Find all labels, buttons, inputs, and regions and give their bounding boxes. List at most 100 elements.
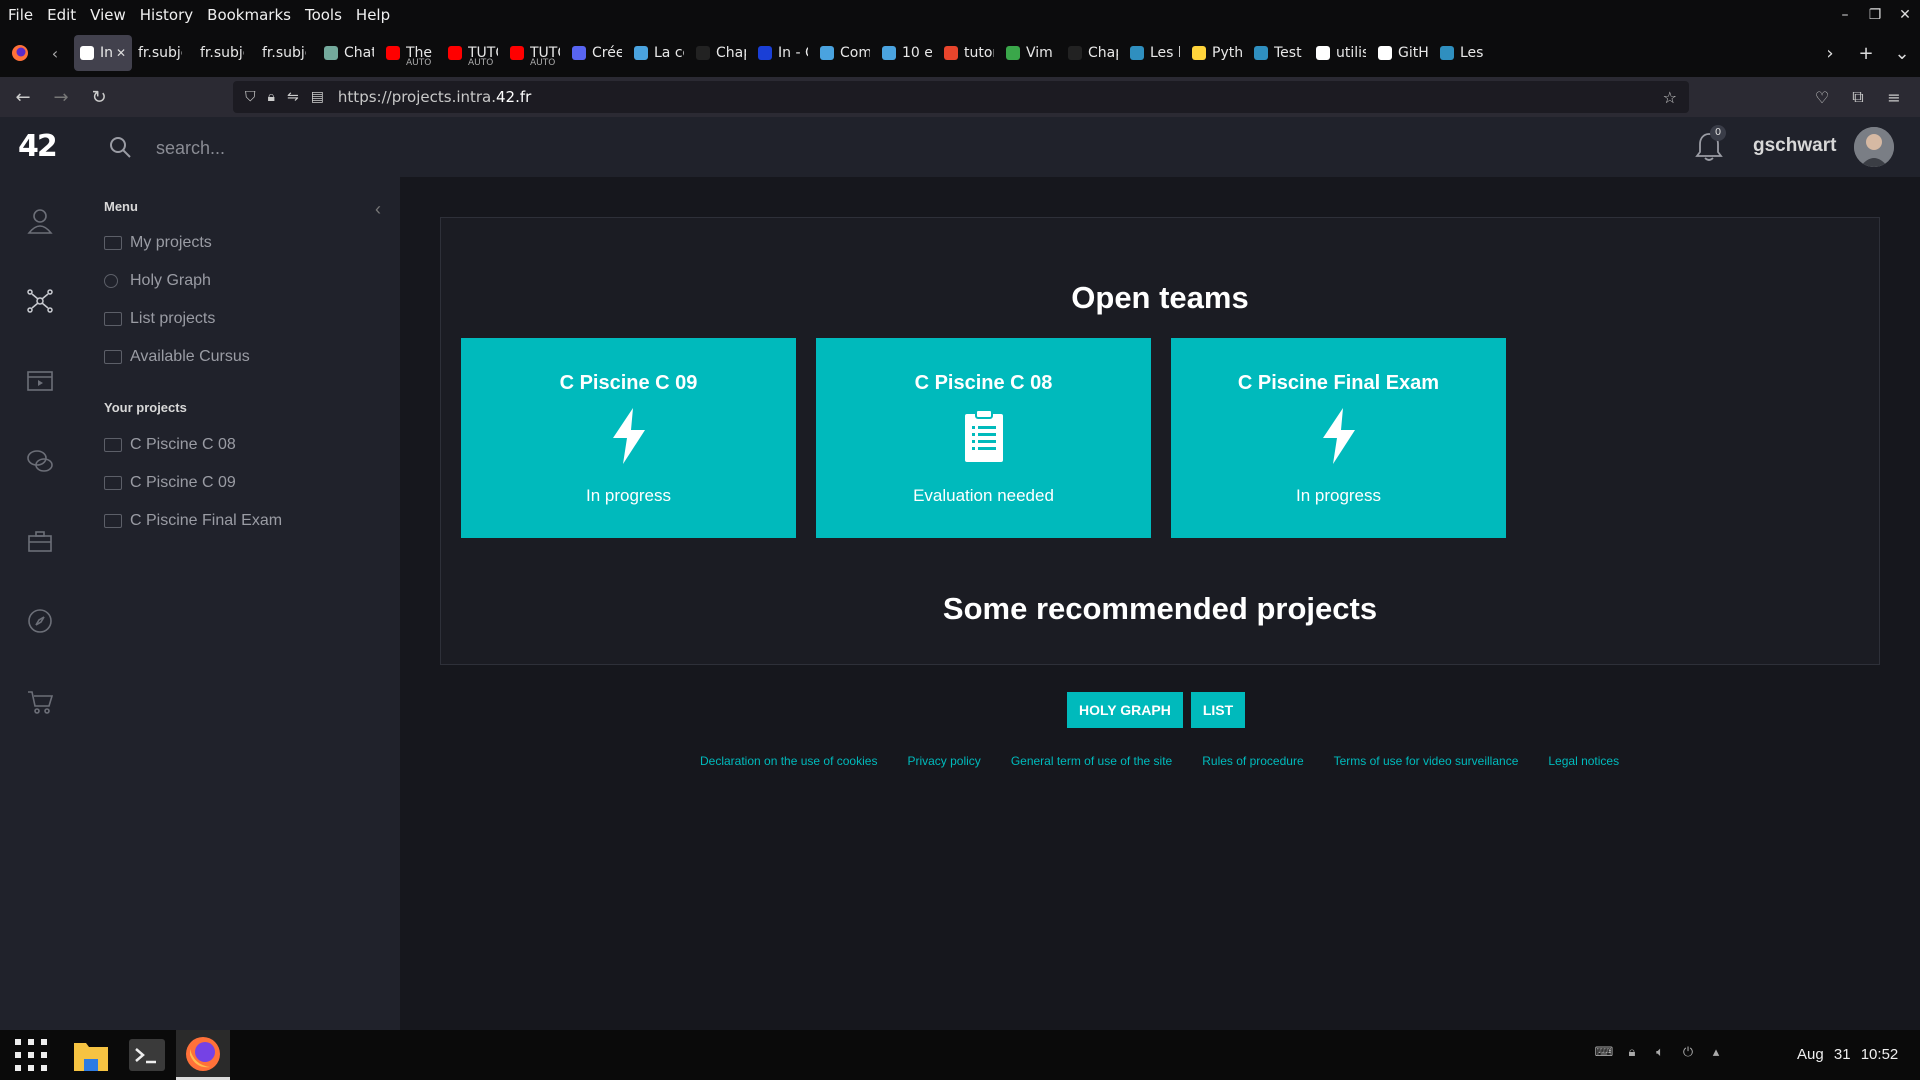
address-bar[interactable]: ⛉ 🔒︎ ⇋ ▤ https://projects.intra.42.fr ☆ xyxy=(233,81,1689,113)
browser-tab[interactable]: Chap xyxy=(1062,35,1124,71)
collapse-sidebar-icon[interactable]: ‹ xyxy=(375,199,381,220)
lock-icon[interactable]: 🔒︎ xyxy=(268,89,275,105)
back-icon[interactable]: ← xyxy=(8,87,38,108)
hamburger-menu-icon[interactable]: ≡ xyxy=(1876,88,1912,107)
browser-tab[interactable]: Chap xyxy=(690,35,752,71)
menu-bookmarks[interactable]: Bookmarks xyxy=(207,6,291,24)
sidebar-item-label: C Piscine C 08 xyxy=(130,436,236,453)
browser-tab[interactable]: Crée xyxy=(566,35,628,71)
extensions-icon[interactable]: ⧉ xyxy=(1840,87,1876,107)
sidebar-item-list-projects[interactable]: List projects xyxy=(104,310,215,328)
companies-icon[interactable] xyxy=(26,527,54,555)
browser-tab[interactable]: La co xyxy=(628,35,690,71)
sidebar-item-holy-graph[interactable]: Holy Graph xyxy=(104,272,211,290)
firefox-taskbar-icon[interactable] xyxy=(176,1030,230,1080)
browser-tab[interactable]: Test xyxy=(1248,35,1310,71)
profile-icon[interactable] xyxy=(26,207,54,235)
compass-icon[interactable] xyxy=(26,607,54,635)
sidebar-project-c08[interactable]: C Piscine C 08 xyxy=(104,436,236,454)
sidebar-project-c09[interactable]: C Piscine C 09 xyxy=(104,474,236,492)
tab-favicon-icon xyxy=(448,46,462,60)
tab-list-dropdown-icon[interactable]: ⌄ xyxy=(1884,43,1920,64)
browser-tab[interactable]: TUTOAUTO xyxy=(504,35,566,71)
footer-link-cookies[interactable]: Declaration on the use of cookies xyxy=(700,754,877,768)
browser-tab[interactable]: TUTOAUTO xyxy=(442,35,504,71)
browser-tab[interactable]: Chat xyxy=(318,35,380,71)
menu-help[interactable]: Help xyxy=(356,6,390,24)
pocket-icon[interactable]: ♡ xyxy=(1804,88,1840,107)
restore-icon[interactable]: ❐ xyxy=(1860,7,1890,23)
sidebar-item-my-projects[interactable]: My projects xyxy=(104,234,212,252)
menu-tools[interactable]: Tools xyxy=(305,6,342,24)
browser-tab[interactable]: fr.subje xyxy=(194,35,256,71)
menu-file[interactable]: File xyxy=(8,6,33,24)
search-icon[interactable] xyxy=(108,135,132,159)
power-icon[interactable]: ⏻ xyxy=(1674,1045,1702,1060)
app-grid-icon[interactable] xyxy=(4,1030,58,1080)
list-button[interactable]: LIST xyxy=(1190,692,1246,728)
browser-tab[interactable]: Com xyxy=(814,35,876,71)
holy-graph-icon[interactable] xyxy=(26,287,54,315)
forward-icon[interactable]: → xyxy=(46,87,76,108)
footer-link-privacy[interactable]: Privacy policy xyxy=(907,754,980,768)
holy-graph-button[interactable]: HOLY GRAPH xyxy=(1067,692,1183,728)
team-card[interactable]: C Piscine C 08 Evaluation needed xyxy=(816,338,1151,538)
browser-tab[interactable]: 10 e xyxy=(876,35,938,71)
tabs-scroll-left-icon[interactable]: ‹ xyxy=(40,44,70,63)
team-card[interactable]: C Piscine C 09 In progress xyxy=(461,338,796,538)
permissions-icon[interactable]: ⇋ xyxy=(287,89,299,105)
new-tab-icon[interactable]: + xyxy=(1848,43,1884,64)
footer-link-video-surveillance[interactable]: Terms of use for video surveillance xyxy=(1334,754,1519,768)
sidebar-project-final-exam[interactable]: C Piscine Final Exam xyxy=(104,512,282,530)
terminal-icon[interactable] xyxy=(120,1030,174,1080)
forum-icon[interactable] xyxy=(26,447,54,475)
browser-tab[interactable]: GitH xyxy=(1372,35,1434,71)
browser-tab[interactable]: utilis xyxy=(1310,35,1372,71)
team-card[interactable]: C Piscine Final Exam In progress xyxy=(1171,338,1506,538)
shop-cart-icon[interactable] xyxy=(26,687,54,715)
minimize-icon[interactable]: – xyxy=(1830,7,1860,23)
folder-icon xyxy=(104,514,122,528)
sidebar-item-available-cursus[interactable]: Available Cursus xyxy=(104,348,250,366)
clock[interactable]: Aug 31 10:52 xyxy=(1797,1046,1898,1063)
keyboard-icon[interactable]: ⌨ xyxy=(1590,1045,1618,1060)
menu-history[interactable]: History xyxy=(140,6,193,24)
tabs-scroll-right-icon[interactable]: › xyxy=(1812,43,1848,64)
avatar[interactable] xyxy=(1854,127,1894,167)
browser-tab[interactable]: fr.subje xyxy=(132,35,194,71)
browser-tab[interactable]: In - C xyxy=(752,35,814,71)
username[interactable]: gschwart xyxy=(1753,135,1836,157)
page-info-icon[interactable]: ▤ xyxy=(311,89,324,105)
browser-tab[interactable]: Int ✕ xyxy=(74,35,132,71)
menu-edit[interactable]: Edit xyxy=(47,6,76,24)
file-manager-icon[interactable] xyxy=(64,1030,118,1080)
browser-tab[interactable]: Les b xyxy=(1124,35,1186,71)
tray-expand-icon[interactable]: ▴ xyxy=(1702,1045,1730,1060)
browser-tab[interactable]: fr.subje xyxy=(256,35,318,71)
browser-tab[interactable]: tutor xyxy=(938,35,1000,71)
graph-icon xyxy=(104,274,118,288)
volume-icon[interactable]: 🔈︎ xyxy=(1646,1045,1674,1060)
logo-42[interactable]: 42 xyxy=(18,129,58,164)
lock-screen-icon[interactable]: 🔒︎ xyxy=(1618,1045,1646,1060)
footer-link-procedure[interactable]: Rules of procedure xyxy=(1202,754,1303,768)
shield-icon[interactable]: ⛉ xyxy=(245,89,256,105)
browser-tab[interactable]: Les xyxy=(1434,35,1496,71)
close-tab-icon[interactable]: ✕ xyxy=(116,46,126,60)
search-input[interactable] xyxy=(154,131,758,165)
clock-date: Aug 31 xyxy=(1797,1046,1851,1063)
browser-tab[interactable]: The CAUTO xyxy=(380,35,442,71)
menu-view[interactable]: View xyxy=(90,6,126,24)
bookmark-star-icon[interactable]: ☆ xyxy=(1663,88,1677,107)
footer-link-legal[interactable]: Legal notices xyxy=(1548,754,1619,768)
footer-link-terms[interactable]: General term of use of the site xyxy=(1011,754,1172,768)
footer-links: Declaration on the use of cookies Privac… xyxy=(700,754,1649,768)
browser-tab[interactable]: Vim xyxy=(1000,35,1062,71)
firefox-icon[interactable] xyxy=(0,44,40,62)
reload-icon[interactable]: ↻ xyxy=(84,87,114,108)
url-text[interactable]: https://projects.intra.42.fr xyxy=(338,88,531,106)
tab-favicon-icon xyxy=(572,46,586,60)
elearning-icon[interactable] xyxy=(26,367,54,395)
close-window-icon[interactable]: ✕ xyxy=(1890,7,1920,23)
browser-tab[interactable]: Pyth xyxy=(1186,35,1248,71)
